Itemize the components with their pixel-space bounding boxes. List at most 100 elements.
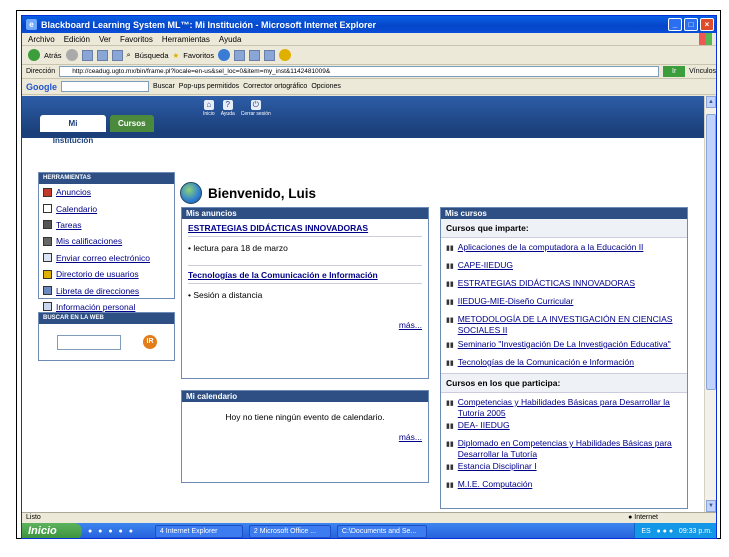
calendar-empty-text: Hoy no tiene ningún evento de calendario… (225, 412, 385, 422)
browser-window: e Blackboard Learning System ML™: Mi Ins… (21, 15, 717, 539)
course-item[interactable]: ▮▮ Competencias y Habilidades Básicas par… (441, 397, 687, 419)
tool-mis-calificaciones[interactable]: Mis calificaciones (39, 233, 174, 249)
globe-icon (180, 182, 202, 204)
mail-icon[interactable] (234, 49, 246, 61)
tab-cursos[interactable]: Cursos (110, 115, 154, 132)
course-item[interactable]: ▮▮ Tecnologías de la Comunicación e Infor… (441, 357, 687, 369)
announcement-course-link[interactable]: ESTRATEGIAS DIDÁCTICAS INNOVADORAS (188, 223, 422, 233)
address-bar: Dirección http://ceadug.ugto.mx/bin/fram… (22, 65, 716, 79)
book-icon: ▮▮ (446, 281, 454, 288)
course-item[interactable]: ▮▮ Estancia Disciplinar I (441, 461, 687, 473)
my-courses-panel: Mis cursos Cursos que imparte: ▮▮ Aplicac… (440, 207, 688, 509)
google-toolbar: Google Buscar Pop-ups permitidos Correct… (22, 79, 716, 95)
go-button[interactable]: Ir (663, 66, 686, 77)
course-item[interactable]: ▮▮ ESTRATEGIAS DIDÁCTICAS INNOVADORAS (441, 278, 687, 290)
web-search-input[interactable] (57, 335, 121, 350)
google-search-button[interactable]: Buscar (153, 83, 175, 90)
course-item[interactable]: ▮▮ M.I.E. Computación (441, 479, 687, 491)
calendar-more-link[interactable]: más... (182, 432, 428, 442)
help-nav-icon[interactable]: ? Ayuda (221, 100, 235, 117)
web-search-box: BUSCAR EN LA WEB IR (38, 312, 175, 361)
tool-enviar-correo[interactable]: Enviar correo electrónico (39, 250, 174, 266)
history-icon[interactable] (218, 49, 231, 61)
options-button[interactable]: Opciones (311, 83, 341, 90)
address-input[interactable]: http://ceadug.ugto.mx/bin/frame.pl?local… (59, 66, 660, 77)
task-internet-explorer[interactable]: 4 Internet Explorer (154, 525, 243, 538)
home-nav-icon[interactable]: ⌂ Inicio (203, 100, 215, 117)
messenger-icon[interactable] (279, 49, 292, 61)
my-courses-title: Mis cursos (441, 208, 687, 219)
search-button[interactable]: Búsqueda (135, 51, 169, 60)
edit-icon[interactable] (264, 49, 276, 61)
popups-button[interactable]: Pop-ups permitidos (179, 83, 239, 90)
announcement-course-link[interactable]: Tecnologías de la Comunicación e Informa… (188, 270, 422, 280)
task-documents-folder[interactable]: C:\Documents and Se... (336, 525, 427, 538)
home-icon[interactable] (111, 49, 123, 61)
announcements-more-link[interactable]: más... (188, 320, 422, 330)
menu-ver[interactable]: Ver (99, 35, 111, 44)
page-content: ⌂ Inicio ? Ayuda ⏻ Cerrar sesión Mi Institu… (22, 96, 706, 512)
book-icon: ▮▮ (446, 360, 454, 367)
course-item[interactable]: ▮▮ CAPE-IIEDUG (441, 260, 687, 272)
book-icon: ▮▮ (446, 263, 454, 270)
clock: 09:33 p.m. (678, 528, 712, 535)
task-microsoft-office[interactable]: 2 Microsoft Office ... (248, 525, 331, 538)
favorites-button[interactable]: Favoritos (183, 51, 214, 60)
favorites-star-icon[interactable]: ★ (173, 51, 180, 60)
tool-anuncios[interactable]: Anuncios (39, 184, 174, 200)
course-item[interactable]: ▮▮ DEA- IIEDUG (441, 420, 687, 432)
back-arrow-icon[interactable] (28, 49, 40, 61)
teaching-header: Cursos que imparte: (441, 219, 687, 238)
menu-herramientas[interactable]: Herramientas (162, 35, 210, 44)
maximize-button[interactable]: □ (684, 18, 698, 31)
announcements-icon (43, 187, 52, 197)
course-item[interactable]: ▮▮ Seminario "Investigación De La Investi… (441, 339, 687, 351)
tray-icons[interactable]: ● ● ● (657, 528, 674, 535)
menu-bar: Archivo Edición Ver Favoritos Herramient… (22, 33, 716, 46)
menu-favoritos[interactable]: Favoritos (120, 35, 153, 44)
stop-icon[interactable] (81, 49, 93, 61)
address-book-icon (43, 286, 52, 296)
book-icon: ▮▮ (446, 299, 454, 306)
course-item[interactable]: ▮▮ Aplicaciones de la computadora a la Ed… (441, 242, 687, 254)
course-item[interactable]: ▮▮ Diplomado en Competencias y Habilidade… (441, 438, 687, 460)
spellcheck-button[interactable]: Corrector ortográfico (243, 83, 307, 90)
google-logo[interactable]: Google (26, 82, 57, 92)
book-icon: ▮▮ (446, 423, 454, 430)
course-item[interactable]: ▮▮ IIEDUG-MIE-Diseño Curricular (441, 296, 687, 308)
scroll-down-icon[interactable]: ▼ (706, 500, 716, 512)
print-icon[interactable] (249, 49, 261, 61)
announcements-panel: Mis anuncios ESTRATEGIAS DIDÁCTICAS INNO… (181, 207, 429, 379)
close-button[interactable]: × (700, 18, 714, 31)
tool-calendario[interactable]: Calendario (39, 200, 174, 216)
tool-tareas[interactable]: Tareas (39, 217, 174, 233)
web-search-go-button[interactable]: IR (143, 335, 157, 349)
menu-ayuda[interactable]: Ayuda (219, 35, 242, 44)
search-icon[interactable]: ⌕ (127, 50, 131, 60)
scroll-up-icon[interactable]: ▲ (706, 96, 716, 108)
vertical-scrollbar[interactable]: ▲ ▼ (704, 96, 716, 512)
language-indicator[interactable]: ES (641, 528, 650, 535)
start-button[interactable]: Inicio (22, 523, 82, 538)
tool-libreta[interactable]: Libreta de direcciones (39, 282, 174, 298)
refresh-icon[interactable] (96, 49, 108, 61)
quick-launch-icons[interactable]: ● ● ● ● ● (88, 528, 135, 535)
back-button[interactable]: Atrás (44, 51, 62, 60)
forward-arrow-icon[interactable] (65, 49, 78, 61)
minimize-button[interactable]: _ (668, 18, 682, 31)
logout-nav-icon[interactable]: ⏻ Cerrar sesión (241, 100, 271, 117)
menu-archivo[interactable]: Archivo (28, 35, 55, 44)
scroll-thumb[interactable] (706, 114, 716, 390)
course-item[interactable]: ▮▮ METODOLOGÍA DE LA INVESTIGACIÓN EN CIE… (441, 314, 687, 336)
personal-info-icon (43, 302, 52, 312)
google-search-input[interactable] (61, 81, 149, 92)
tab-mi-institucion[interactable]: Mi Institución (40, 115, 106, 145)
internet-zone: ● Internet (628, 514, 658, 521)
system-tray: ES ● ● ● 09:33 p.m. (634, 523, 716, 538)
tool-directorio[interactable]: Directorio de usuarios (39, 266, 174, 282)
tools-title: HERRAMIENTAS (39, 173, 174, 184)
links-label[interactable]: Vínculos (689, 68, 716, 75)
address-label: Dirección (26, 68, 56, 75)
tools-box: HERRAMIENTAS Anuncios Calendario Tareas … (38, 172, 175, 312)
menu-edicion[interactable]: Edición (64, 35, 90, 44)
